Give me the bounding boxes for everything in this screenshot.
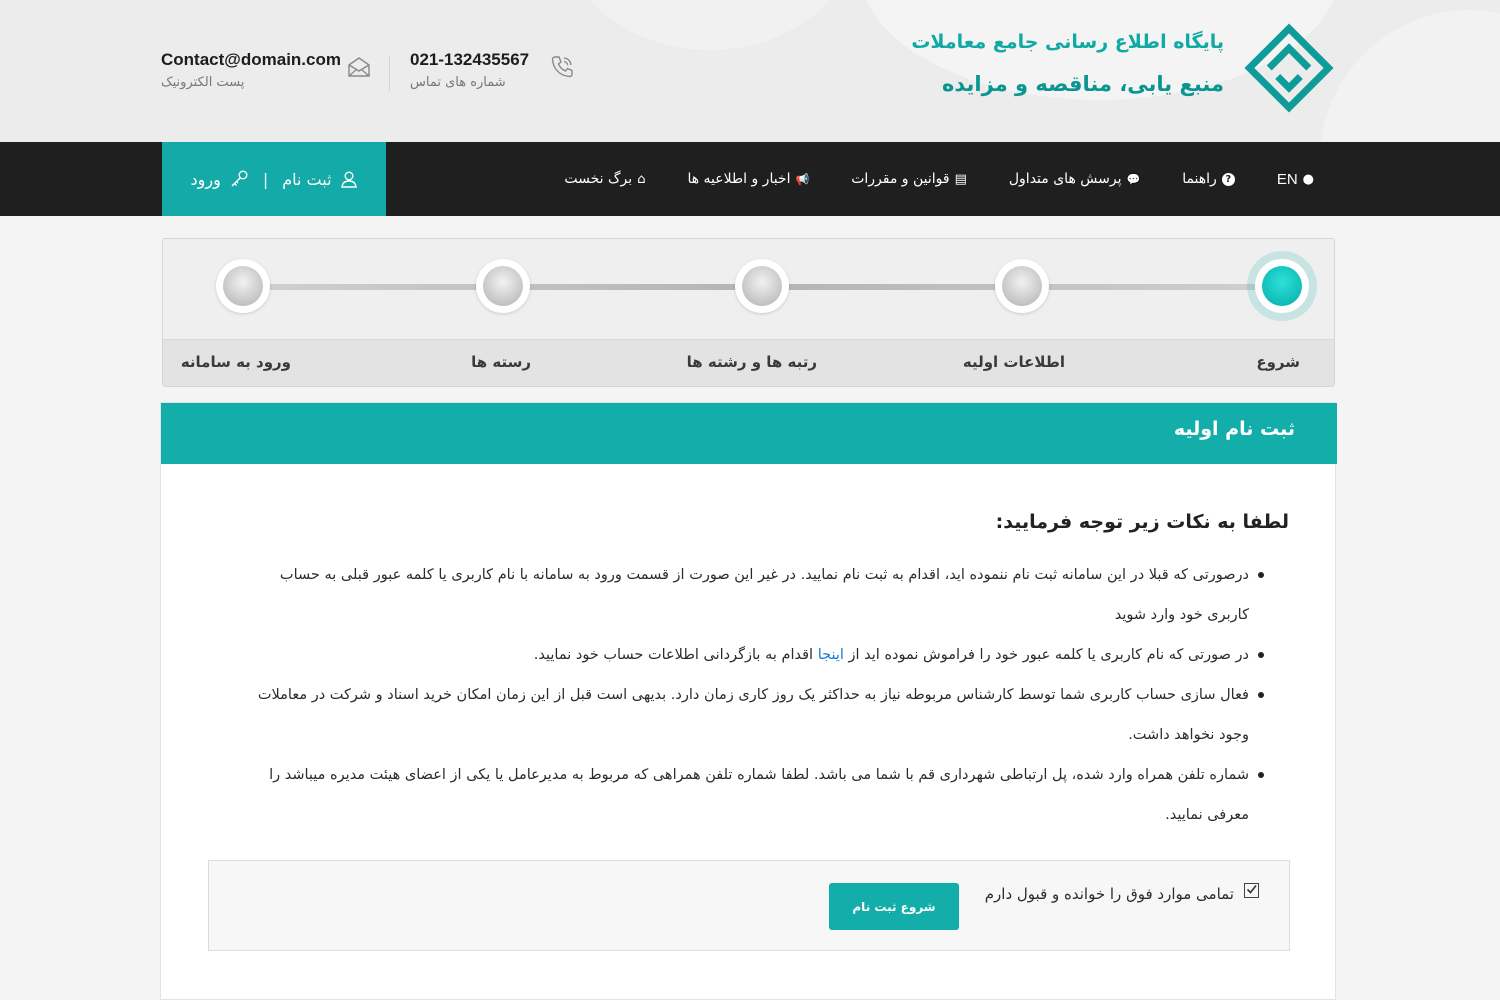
question-circle-icon: ? [1221,172,1235,186]
step-dot-categories[interactable] [476,259,530,313]
user-icon [340,171,357,188]
globe-icon: ● [1302,171,1314,187]
auth-separator: | [262,169,269,189]
phone-icon [551,56,573,78]
step-label-login: ورود به سامانه [180,353,291,371]
login-link[interactable]: ورود [191,169,249,189]
nav-item-label: قوانین و مقررات [851,171,950,187]
note-item: شماره تلفن همراه وارد شده، پل ارتباطی شه… [249,755,1264,835]
step-label-start: شروع [1256,353,1300,371]
stepper-labels: شروع اطلاعات اولیه رتبه ها و رشته ها رست… [163,339,1334,386]
envelope-icon [348,57,370,77]
step-label-categories: رسته ها [471,353,531,371]
note-item: درصورتی که قبلا در این سامانه ثبت نام نن… [249,555,1264,635]
login-label: ورود [190,169,221,189]
nav-item-help[interactable]: ? راهنما [1182,171,1235,187]
start-registration-button[interactable]: شروع ثبت نام [829,883,959,930]
nav-item-label: برگ نخست [564,171,633,187]
nav-menu: ⌂ برگ نخست 📢 اخبار و اطلاعیه ها ▤ قوانین… [564,142,1314,216]
book-icon: ▤ [954,171,967,187]
register-label: ثبت نام [282,169,332,189]
registration-stepper: شروع اطلاعات اولیه رتبه ها و رشته ها رست… [162,238,1335,387]
step-dot-start[interactable] [1255,259,1309,313]
terms-checkbox[interactable] [1244,882,1259,898]
phone-contact: 021-132435567 شماره های تماس [410,48,529,98]
phone-label: شماره های تماس [410,75,506,90]
nav-item-faq[interactable]: 💬 پرسش های متداول [1009,171,1140,187]
nav-item-home[interactable]: ⌂ برگ نخست [564,171,645,187]
nav-item-label: اخبار و اطلاعیه ها [687,171,791,187]
auth-bar: ثبت نام | ورود [162,142,386,216]
logo-subtitle: منبع یابی، مناقصه و مزایده [942,72,1224,96]
notes-list: درصورتی که قبلا در این سامانه ثبت نام نن… [249,555,1264,835]
nav-item-language[interactable]: ● EN [1277,171,1314,188]
phone-number[interactable]: 021-132435567 [410,48,529,72]
note-item: فعال سازی حساب کاربری شما توسط کارشناس م… [249,675,1264,755]
header-divider [389,55,390,91]
note-text: اقدام به بازگردانی اطلاعات حساب خود نمای… [533,647,818,663]
checkmark-icon [1246,884,1257,894]
email-contact: Contact@domain.com پست الکترونیک [161,48,341,98]
logo-title: پایگاه اطلاع رسانی جامع معاملات [911,31,1224,53]
password-recovery-link[interactable]: اینجا [818,647,844,663]
megaphone-icon: 📢 [795,172,810,186]
top-header: پایگاه اطلاع رسانی جامع معاملات منبع یاب… [0,0,1500,142]
registration-panel: ثبت نام اولیه لطفا به نکات زیر توجه فرما… [160,402,1337,1000]
step-label-grades: رتبه ها و رشته ها [686,353,817,371]
header-bg-shape [1320,10,1500,142]
stepper-track [163,239,1334,339]
nav-item-news[interactable]: 📢 اخبار و اطلاعیه ها [687,171,809,187]
comments-icon: 💬 [1126,172,1141,186]
step-dot-grades[interactable] [735,259,789,313]
panel-header: ثبت نام اولیه [161,403,1337,464]
site-logo-text[interactable]: پایگاه اطلاع رسانی جامع معاملات منبع یاب… [911,26,1224,102]
step-dot-login[interactable] [216,259,270,313]
nav-item-label: راهنما [1182,171,1217,187]
nav-item-label: پرسش های متداول [1008,171,1122,187]
terms-checkbox-label[interactable]: تمامی موارد فوق را خوانده و قبول دارم [984,882,1259,903]
email-address[interactable]: Contact@domain.com [161,48,341,72]
panel-title: ثبت نام اولیه [1173,418,1295,440]
main-nav: ثبت نام | ورود ⌂ برگ نخست 📢 اخبار و اطلا… [0,142,1500,216]
terms-text: تمامی موارد فوق را خوانده و قبول دارم [984,885,1234,903]
step-label-basic-info: اطلاعات اولیه [962,353,1065,371]
step-dot-basic-info[interactable] [995,259,1049,313]
nav-item-label: EN [1276,170,1298,188]
home-icon: ⌂ [637,171,646,187]
header-bg-shape [560,0,860,50]
terms-accept-box: تمامی موارد فوق را خوانده و قبول دارم شر… [208,860,1290,951]
logo-icon[interactable] [1243,22,1335,114]
notes-title: لطفا به نکات زیر توجه فرمایید: [995,511,1289,533]
register-link[interactable]: ثبت نام [282,170,357,189]
key-icon [231,170,248,187]
nav-item-rules[interactable]: ▤ قوانین و مقررات [851,171,967,187]
email-label: پست الکترونیک [161,75,245,90]
note-item: در صورتی که نام کاربری یا کلمه عبور خود … [249,635,1264,675]
note-text: در صورتی که نام کاربری یا کلمه عبور خود … [843,647,1250,663]
